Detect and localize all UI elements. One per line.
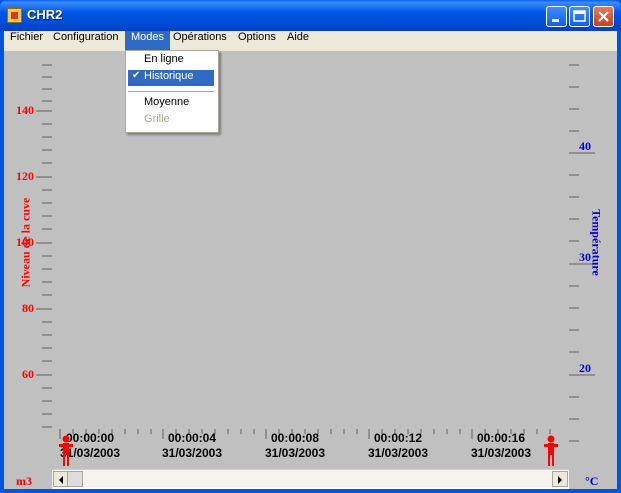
menu-item-label: Historique (144, 70, 194, 82)
menu-bar: Fichier Configuration Modes Opérations O… (4, 31, 617, 50)
menu-aide[interactable]: Aide (281, 31, 315, 50)
minimize-icon (552, 19, 559, 22)
left-tick-label: 140 (16, 103, 34, 117)
menu-item-historique[interactable]: ✔ Historique (128, 70, 214, 86)
time-label-date: 31/03/2003 (470, 446, 532, 460)
app-icon[interactable] (7, 8, 22, 23)
scroll-right-button[interactable] (552, 471, 568, 487)
menu-item-moyenne[interactable]: Moyenne (128, 96, 214, 112)
app-window: CHR2 Fichier Configuration Modes Opérati… (0, 0, 621, 493)
time-label-date: 31/03/2003 (264, 446, 326, 460)
right-tick-label: 20 (579, 361, 591, 375)
menu-separator (128, 91, 214, 92)
close-button[interactable] (593, 6, 614, 27)
menu-fichier[interactable]: Fichier (4, 31, 49, 50)
menu-item-en-ligne[interactable]: En ligne (128, 53, 214, 69)
person-marker-icon[interactable] (58, 435, 74, 469)
time-label: 00:00:04 31/03/2003 (152, 431, 232, 461)
chart-area: 140 120 100 80 60 Niveau de la cuve m3 4… (4, 51, 617, 489)
checkmark-icon: ✔ (132, 70, 141, 81)
right-axis-title: Température (589, 209, 604, 276)
menu-configuration[interactable]: Configuration (47, 31, 124, 50)
maximize-icon (573, 10, 586, 22)
time-label-date: 31/03/2003 (367, 446, 429, 460)
arrow-left-icon (59, 476, 63, 484)
title-bar[interactable]: CHR2 (0, 0, 621, 31)
time-axis: 00:00:00 31/03/2003 00:00:04 31/03/2003 … (52, 429, 569, 469)
left-axis-unit: m3 (16, 474, 32, 488)
menu-operations[interactable]: Opérations (167, 31, 233, 50)
menu-modes[interactable]: Modes (125, 31, 171, 50)
right-tick-label: 40 (579, 139, 591, 153)
right-axis-unit: °C (585, 474, 599, 488)
menu-options[interactable]: Options (232, 31, 282, 50)
minimize-button[interactable] (546, 6, 567, 27)
time-label-time: 00:00:08 (270, 431, 320, 445)
menu-item-grille: Grille (144, 113, 170, 125)
left-axis-panel: 140 120 100 80 60 Niveau de la cuve m3 (4, 51, 52, 489)
time-label-time: 00:00:04 (167, 431, 217, 445)
left-axis-title: Niveau de la cuve (18, 197, 33, 288)
time-label-time: 00:00:16 (476, 431, 526, 445)
time-label-date: 31/03/2003 (161, 446, 223, 460)
person-marker-icon[interactable] (543, 435, 559, 469)
window-title: CHR2 (27, 7, 63, 22)
time-label: 00:00:16 31/03/2003 (461, 431, 541, 461)
maximize-button[interactable] (569, 6, 590, 27)
arrow-right-icon (558, 476, 562, 484)
close-icon (598, 11, 609, 22)
horizontal-scrollbar[interactable] (52, 469, 569, 487)
modes-dropdown-menu: En ligne ✔ Historique Moyenne Grille (125, 50, 219, 133)
left-tick-label: 60 (22, 367, 34, 381)
time-label-time: 00:00:12 (373, 431, 423, 445)
time-label: 00:00:08 31/03/2003 (255, 431, 335, 461)
time-label: 00:00:12 31/03/2003 (358, 431, 438, 461)
client-area: Fichier Configuration Modes Opérations O… (4, 31, 617, 489)
scroll-thumb[interactable] (67, 471, 83, 487)
